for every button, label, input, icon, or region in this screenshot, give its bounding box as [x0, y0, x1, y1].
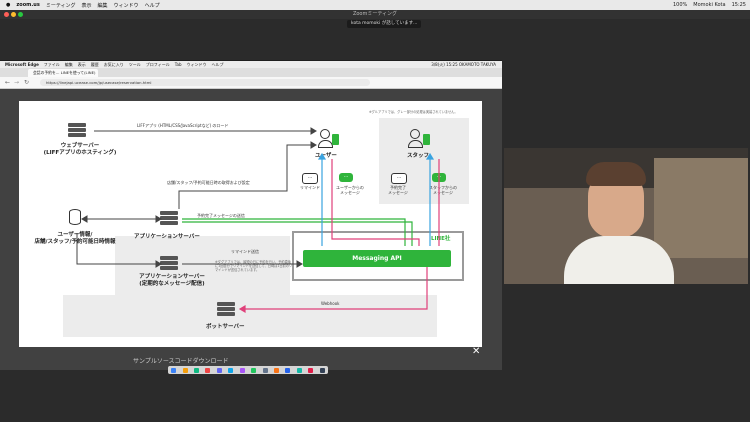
dock-app-icon[interactable] — [216, 367, 222, 373]
background-shelf — [654, 158, 748, 258]
dock-app-icon[interactable] — [194, 367, 200, 373]
arrows-layer — [76, 127, 440, 314]
dock-app-icon[interactable] — [239, 367, 245, 373]
battery-status: 100% — [672, 2, 688, 8]
dock — [168, 366, 328, 374]
edge-menu-item[interactable]: ウィンドウ — [187, 62, 207, 68]
arrow-reservation-green — [182, 218, 413, 246]
close-icon[interactable]: ✕ — [472, 347, 480, 357]
dock-app-icon[interactable] — [205, 367, 211, 373]
dock-app-icon[interactable] — [319, 367, 325, 373]
edge-menu-item[interactable]: Tab — [175, 62, 182, 67]
maximize-window-icon[interactable] — [18, 12, 23, 17]
arrow-reminder — [182, 260, 303, 268]
edge-menu-item[interactable]: ファイル — [44, 62, 60, 68]
zoom-title-bar: Zoomミーティング — [0, 10, 750, 19]
edge-menu-item[interactable]: お気に入り — [104, 62, 124, 68]
edge-menubar: Microsoft Edge ファイル 編集 表示 履歴 お気に入り ツール プ… — [0, 61, 502, 68]
edge-status-right: 3/8(火) 15:25 OKAMOTO TAKUYA — [431, 61, 496, 67]
browser-tab[interactable]: 会話の予約を... LINEを使って(LINE) — [28, 69, 98, 77]
menubar-item[interactable]: ミーティング — [46, 2, 76, 9]
edge-menu-item[interactable]: 編集 — [65, 62, 73, 68]
menubar-item[interactable]: 編集 — [98, 2, 108, 9]
forward-icon[interactable]: → — [14, 79, 19, 86]
menubar-item[interactable]: 表示 — [82, 2, 92, 9]
arrow-db — [76, 215, 162, 268]
minimize-window-icon[interactable] — [11, 12, 16, 17]
webcam-video — [504, 148, 748, 284]
dock-app-icon[interactable] — [171, 367, 177, 373]
dock-app-icon[interactable] — [228, 367, 234, 373]
arrow-store-info — [178, 141, 317, 209]
menubar-app-name[interactable]: zoom.us — [16, 2, 39, 8]
edge-menu-item[interactable]: 表示 — [78, 62, 86, 68]
dock-app-icon[interactable] — [274, 367, 279, 373]
speaker-shirt — [564, 236, 674, 284]
apple-icon[interactable]: ● — [6, 2, 10, 8]
edge-menu-item[interactable]: ヘルプ — [212, 62, 224, 68]
architecture-diagram: ※グルアプリでは、グレー部分の処理は実装されていません。 LINE社 Messa… — [19, 101, 482, 347]
dock-app-icon[interactable] — [251, 367, 257, 373]
mac-menubar: ● zoom.us ミーティング 表示 編集 ウィンドウ ヘルプ 100% Mo… — [0, 0, 750, 10]
arrow-blue — [317, 152, 435, 246]
dock-app-icon[interactable] — [262, 367, 268, 373]
dock-app-icon[interactable] — [296, 367, 302, 373]
speaker-hair — [586, 162, 646, 186]
url-field[interactable]: https://linejapi.ucease.com/jp/usecase/r… — [40, 79, 370, 86]
source-download-heading[interactable]: サンプルソースコードダウンロード — [133, 356, 229, 365]
speaking-notice: kota momoki が話しています... — [347, 20, 422, 28]
dock-app-icon[interactable] — [285, 367, 291, 373]
menubar-user[interactable]: Momoki Kota — [693, 2, 725, 8]
zoom-window-title: Zoomミーティング — [352, 11, 398, 17]
close-window-icon[interactable] — [4, 12, 9, 17]
edge-menu-item[interactable]: ツール — [129, 62, 141, 68]
back-icon[interactable]: ← — [5, 79, 10, 86]
menubar-item[interactable]: ヘルプ — [145, 2, 160, 9]
dock-app-icon[interactable] — [308, 367, 314, 373]
menubar-item[interactable]: ウィンドウ — [114, 2, 139, 9]
arrow-liff-load — [94, 127, 317, 135]
refresh-icon[interactable]: ↻ — [24, 79, 29, 86]
menubar-clock[interactable]: 15:25 — [732, 2, 746, 8]
edge-menu-item[interactable]: プロフィール — [146, 62, 170, 68]
edge-menu-item[interactable]: 履歴 — [91, 62, 99, 68]
edge-app-name[interactable]: Microsoft Edge — [5, 62, 39, 67]
arrow-pink — [238, 159, 440, 314]
dock-app-icon[interactable] — [182, 367, 188, 373]
